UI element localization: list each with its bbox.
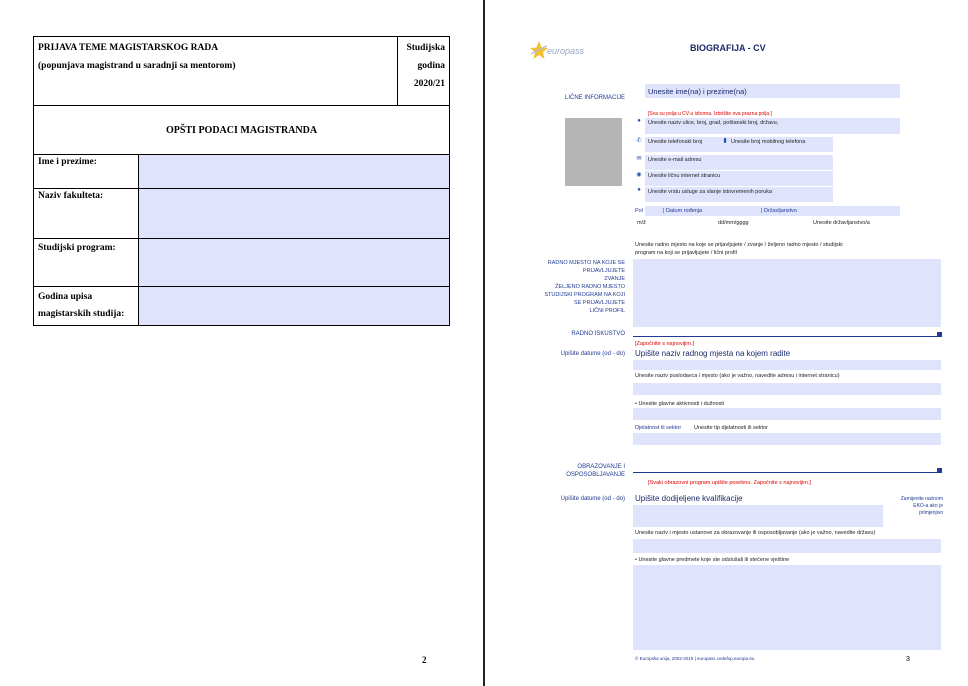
footer-copyright: © Europska unija, 2002-2015 | europass.c…: [635, 656, 755, 661]
experience-activities: • Unesite glavne aktivnosti i dužnosti: [635, 401, 725, 407]
eqf-line-1: Zamijenite razinom: [900, 496, 943, 502]
web-icon: ◉: [636, 172, 642, 178]
mobile-text: Unesite broj mobilnog telefona: [731, 139, 806, 145]
right-page: europass BIOGRAFIJA - CV LIČNE INFORMACI…: [485, 0, 968, 686]
name-field-text: Unesite ime(na) i prezime(na): [648, 87, 747, 96]
sex-label: Pol: [635, 208, 643, 214]
europass-star-icon: [530, 41, 548, 59]
web-text: Unesite ličnu internet stranicu: [648, 173, 721, 179]
job-applied-field[interactable]: [633, 259, 941, 327]
europass-logo: europass: [529, 40, 589, 62]
experience-position: Upišite naziv radnog mjesta na kojem rad…: [635, 349, 791, 358]
job-label-line: RADNO MJESTO NA KOJE SE: [547, 260, 625, 266]
email-icon: ✉: [636, 156, 642, 162]
experience-dates-label: Upišite datume (od - do): [560, 351, 625, 357]
education-hint: [Svaki obrazovni program upišite posebno…: [648, 480, 811, 486]
form-title: PRIJAVA TEME MAGISTARSKOG RADA: [38, 43, 219, 53]
year-label-1: Studijska: [406, 43, 445, 53]
job-label-line: ZVANJE: [604, 276, 625, 282]
dob-value: dd/mm/gggg: [718, 220, 749, 226]
form-subtitle: (popunjava magistrand u saradnji sa ment…: [38, 61, 236, 71]
program-input[interactable]: [138, 238, 450, 287]
nationality-value: Unesite državljanstvo/a: [813, 220, 870, 226]
field-label-enrollment: Godina upisa magistarskih studija:: [33, 286, 139, 326]
experience-position-field[interactable]: [633, 360, 941, 370]
experience-marker: [937, 332, 942, 337]
phone-icon: ✆: [636, 138, 642, 144]
dob-label: | Datum rođenja: [663, 208, 703, 214]
address-text: Unesite naziv ulice, broj, grad, poštans…: [648, 120, 779, 126]
job-applied-label: RADNO MJESTO NA KOJE SE PRIJAVLJUJETE ZV…: [544, 259, 625, 315]
job-label-line: SE PRIJAVLJUJETE: [574, 300, 625, 306]
messaging-text: Unesite vrstu usluge za slanje istovreme…: [648, 189, 773, 195]
section-title: OPŠTI PODACI MAGISTRANDA: [33, 105, 450, 155]
experience-hint: [Započnite s najnovijim.]: [635, 341, 694, 347]
education-institution-field[interactable]: [633, 539, 941, 553]
education-dates-label: Upišite datume (od - do): [560, 496, 625, 502]
chat-icon: ●: [637, 187, 641, 193]
sector-label: Djelatnost ili sektor: [635, 425, 682, 431]
job-applied-text-1: Unesite radno mjesto na koje se prijavlj…: [635, 242, 843, 248]
job-label-line: LIČNI PROFIL: [589, 308, 625, 314]
field-label-faculty: Naziv fakulteta:: [33, 188, 139, 239]
job-label-line: PRIJAVLJUJETE: [582, 268, 625, 274]
job-applied-text-2: program na koji se prijavljujete / lični…: [635, 250, 737, 256]
phone-text: Unesite telefonski broj: [648, 139, 703, 145]
faculty-input[interactable]: [138, 188, 450, 239]
experience-employer: Unesite naziv poslodavca i mjesto (ako j…: [635, 373, 840, 379]
year-value: 2020/21: [413, 79, 445, 89]
left-page: PRIJAVA TEME MAGISTARSKOG RADA (popunjav…: [0, 0, 484, 686]
education-divider: [633, 472, 938, 473]
field-label-name: Ime i prezime:: [33, 154, 139, 189]
education-marker: [937, 468, 942, 473]
europass-logo-text: europass: [547, 46, 585, 56]
education-label-line-2: OSPOSOBLJAVANJE: [566, 472, 625, 478]
optional-fields-hint: [Sva su polja u CV-u izborna. Izbrišite …: [648, 111, 772, 117]
year-label-2: godina: [417, 61, 445, 71]
education-label-line-1: OBRAZOVANJE I: [577, 464, 625, 470]
field-label-program: Studijski program:: [33, 238, 139, 287]
eqf-line-3: primjenjivo: [919, 510, 943, 516]
education-subjects-field[interactable]: [633, 565, 941, 650]
name-input[interactable]: [138, 154, 450, 189]
academic-year-cell: Studijska godina 2020/21: [396, 36, 451, 106]
photo-placeholder: [565, 118, 622, 186]
enrollment-input[interactable]: [138, 286, 450, 326]
education-qualification-field[interactable]: [633, 505, 883, 527]
thesis-application-table: PRIJAVA TEME MAGISTARSKOG RADA (popunjav…: [33, 36, 451, 326]
email-text: Unesite e-mail adresu: [648, 157, 702, 163]
personal-info-label: LIČNE INFORMACIJE: [564, 95, 625, 101]
page-number-right: 3: [906, 656, 910, 663]
job-label-line: STUDIJSKI PROGRAM NA KOJI: [544, 292, 625, 298]
eqf-line-2: EKO-a ako je: [913, 503, 943, 509]
experience-activities-field[interactable]: [633, 408, 941, 420]
location-icon: ●: [637, 118, 641, 124]
page-number-left: 2: [422, 655, 427, 665]
education-label: OBRAZOVANJE I OSPOSOBLJAVANJE: [566, 463, 625, 479]
sector-field[interactable]: [633, 433, 941, 445]
experience-divider: [633, 336, 938, 337]
education-institution: Unesite naziv i mjesto ustanove za obraz…: [635, 530, 876, 536]
eqf-note: Zamijenite razinom EKO-a ako je primjenj…: [901, 496, 943, 517]
enrollment-label-2: magistarskih studija:: [38, 309, 125, 319]
sex-value: m/ž: [637, 220, 646, 226]
education-subjects: • Unesite glavne predmete koje ste odslu…: [635, 557, 790, 563]
experience-label: RADNO ISKUSTVO: [571, 331, 625, 337]
experience-employer-field[interactable]: [633, 383, 941, 395]
enrollment-label-1: Godina upisa: [38, 292, 93, 302]
sector-value: Unesite tip djelatnosti ili sektor: [694, 425, 768, 431]
education-qualification: Upišite dodijeljene kvalifikacije: [635, 494, 743, 503]
job-label-line: ŽELJENO RADNO MJESTO: [555, 284, 625, 290]
nationality-label: | Državljanstvo: [761, 208, 797, 214]
cv-title: BIOGRAFIJA - CV: [690, 43, 766, 53]
mobile-icon: ▮: [723, 138, 727, 144]
form-title-cell: PRIJAVA TEME MAGISTARSKOG RADA (popunjav…: [33, 36, 398, 106]
